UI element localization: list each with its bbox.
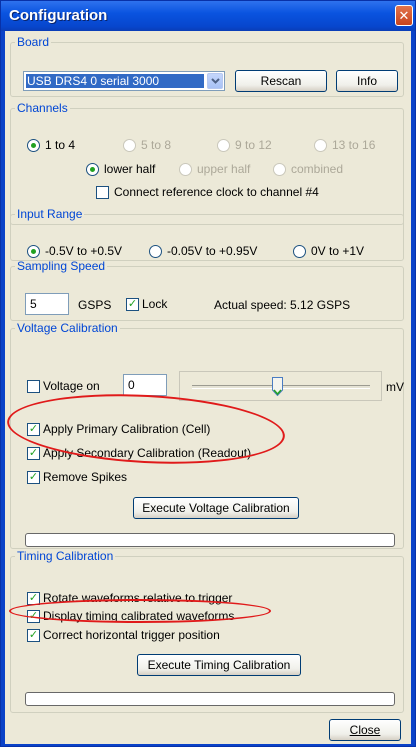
voltage-unit: mV [386, 380, 404, 394]
board-legend: Board [17, 35, 50, 49]
sampling-speed-legend: Sampling Speed [17, 259, 106, 273]
radio-icon [123, 138, 136, 152]
sampling-speed-input[interactable]: 5 [25, 293, 69, 315]
lock-label: Lock [142, 297, 168, 311]
chevron-down-icon[interactable] [207, 73, 223, 89]
range-option-label: -0.05V to +0.95V [167, 244, 258, 258]
close-dialog-button[interactable]: Close [329, 719, 401, 741]
range-option-label: 0V to +1V [311, 244, 365, 258]
title-bar[interactable]: Configuration ✕ [1, 1, 415, 31]
board-select[interactable]: USB DRS4 0 serial 3000 [23, 71, 225, 91]
sampling-speed-group: Sampling Speed 5 GSPS ✓ Lock Actual spee… [10, 259, 404, 321]
remove-spikes-checkbox[interactable]: ✓ Remove Spikes [27, 470, 127, 484]
channel-option-13to16: 13 to 16 [314, 138, 375, 152]
half-option-combined: combined [273, 162, 343, 176]
range-option-3[interactable]: 0V to +1V [293, 244, 364, 258]
sampling-unit: GSPS [78, 298, 112, 312]
range-option-1[interactable]: -0.5V to +0.5V [27, 244, 122, 258]
checkbox-unchecked-icon [96, 185, 109, 199]
close-icon: ✕ [398, 7, 410, 23]
board-group: Board USB DRS4 0 serial 3000 Rescan Info [10, 35, 404, 97]
display-timing-calibrated-label: Display timing calibrated waveforms [43, 609, 235, 623]
input-range-group: Input Range -0.5V to +0.5V -0.05V to +0.… [10, 207, 404, 261]
radio-icon [149, 244, 162, 258]
configuration-window: Configuration ✕ Board USB DRS4 0 serial … [0, 0, 416, 747]
window-title: Configuration [9, 7, 108, 24]
close-button-label: Close [349, 723, 381, 737]
voltage-on-checkbox[interactable]: Voltage on [27, 379, 100, 393]
channel-option-label: 1 to 4 [45, 138, 76, 152]
checkmark-icon: ✓ [27, 591, 40, 605]
radio-icon [293, 244, 306, 258]
secondary-calibration-checkbox[interactable]: ✓ Apply Secondary Calibration (Readout) [27, 446, 251, 460]
secondary-calibration-label: Apply Secondary Calibration (Readout) [43, 446, 252, 460]
correct-trigger-position-checkbox[interactable]: ✓ Correct horizontal trigger position [27, 628, 220, 642]
radio-icon [179, 162, 192, 176]
voltage-value-input[interactable]: 0 [123, 374, 167, 396]
reference-clock-label: Connect reference clock to channel #4 [114, 185, 319, 199]
voltage-calibration-group: Voltage Calibration Voltage on 0 mV ✓ Ap… [10, 321, 404, 549]
channel-option-1to4[interactable]: 1 to 4 [27, 138, 75, 152]
half-option-upper: upper half [179, 162, 250, 176]
channel-option-label: 9 to 12 [235, 138, 272, 152]
checkmark-icon: ✓ [27, 422, 40, 436]
timing-calibration-legend: Timing Calibration [17, 549, 114, 563]
checkmark-icon: ✓ [126, 297, 139, 311]
range-option-2[interactable]: -0.05V to +0.95V [149, 244, 257, 258]
channel-option-5to8: 5 to 8 [123, 138, 171, 152]
display-timing-calibrated-checkbox[interactable]: ✓ Display timing calibrated waveforms [27, 609, 234, 623]
half-option-label: upper half [197, 162, 251, 176]
radio-icon [217, 138, 230, 152]
radio-icon [314, 138, 327, 152]
window-close-button[interactable]: ✕ [395, 5, 413, 26]
checkbox-unchecked-icon [27, 379, 40, 393]
checkmark-icon: ✓ [27, 470, 40, 484]
reference-clock-checkbox[interactable]: Connect reference clock to channel #4 [96, 185, 319, 199]
voltage-calibration-progress [25, 533, 395, 547]
radio-selected-icon [27, 138, 40, 152]
voltage-slider[interactable] [179, 371, 382, 401]
radio-selected-icon [27, 244, 40, 258]
input-range-legend: Input Range [17, 207, 83, 221]
half-option-lower[interactable]: lower half [86, 162, 155, 176]
actual-speed-text: Actual speed: 5.12 GSPS [214, 298, 351, 312]
radio-selected-icon [86, 162, 99, 176]
radio-icon [273, 162, 286, 176]
slider-thumb[interactable] [271, 377, 283, 397]
half-option-label: lower half [104, 162, 156, 176]
rotate-waveforms-label: Rotate waveforms relative to trigger [43, 591, 233, 605]
timing-calibration-progress [25, 692, 395, 706]
info-button[interactable]: Info [336, 70, 398, 92]
voltage-on-label: Voltage on [43, 379, 100, 393]
dialog-client-area: Board USB DRS4 0 serial 3000 Rescan Info… [5, 31, 411, 744]
correct-trigger-position-label: Correct horizontal trigger position [43, 628, 220, 642]
execute-voltage-calibration-button[interactable]: Execute Voltage Calibration [133, 497, 299, 519]
board-select-value: USB DRS4 0 serial 3000 [26, 74, 204, 88]
lock-checkbox[interactable]: ✓ Lock [126, 297, 167, 311]
channel-option-label: 13 to 16 [332, 138, 376, 152]
remove-spikes-label: Remove Spikes [43, 470, 128, 484]
voltage-calibration-legend: Voltage Calibration [17, 321, 118, 335]
primary-calibration-label: Apply Primary Calibration (Cell) [43, 422, 211, 436]
primary-calibration-checkbox[interactable]: ✓ Apply Primary Calibration (Cell) [27, 422, 210, 436]
rotate-waveforms-checkbox[interactable]: ✓ Rotate waveforms relative to trigger [27, 591, 232, 605]
half-option-label: combined [291, 162, 344, 176]
checkmark-icon: ✓ [27, 446, 40, 460]
range-option-label: -0.5V to +0.5V [45, 244, 123, 258]
rescan-button[interactable]: Rescan [235, 70, 327, 92]
channel-option-label: 5 to 8 [141, 138, 172, 152]
checkmark-icon: ✓ [27, 609, 40, 623]
checkmark-icon: ✓ [27, 628, 40, 642]
execute-timing-calibration-button[interactable]: Execute Timing Calibration [137, 654, 301, 676]
timing-calibration-group: Timing Calibration ✓ Rotate waveforms re… [10, 549, 404, 713]
channel-option-9to12: 9 to 12 [217, 138, 272, 152]
channels-legend: Channels [17, 101, 68, 115]
